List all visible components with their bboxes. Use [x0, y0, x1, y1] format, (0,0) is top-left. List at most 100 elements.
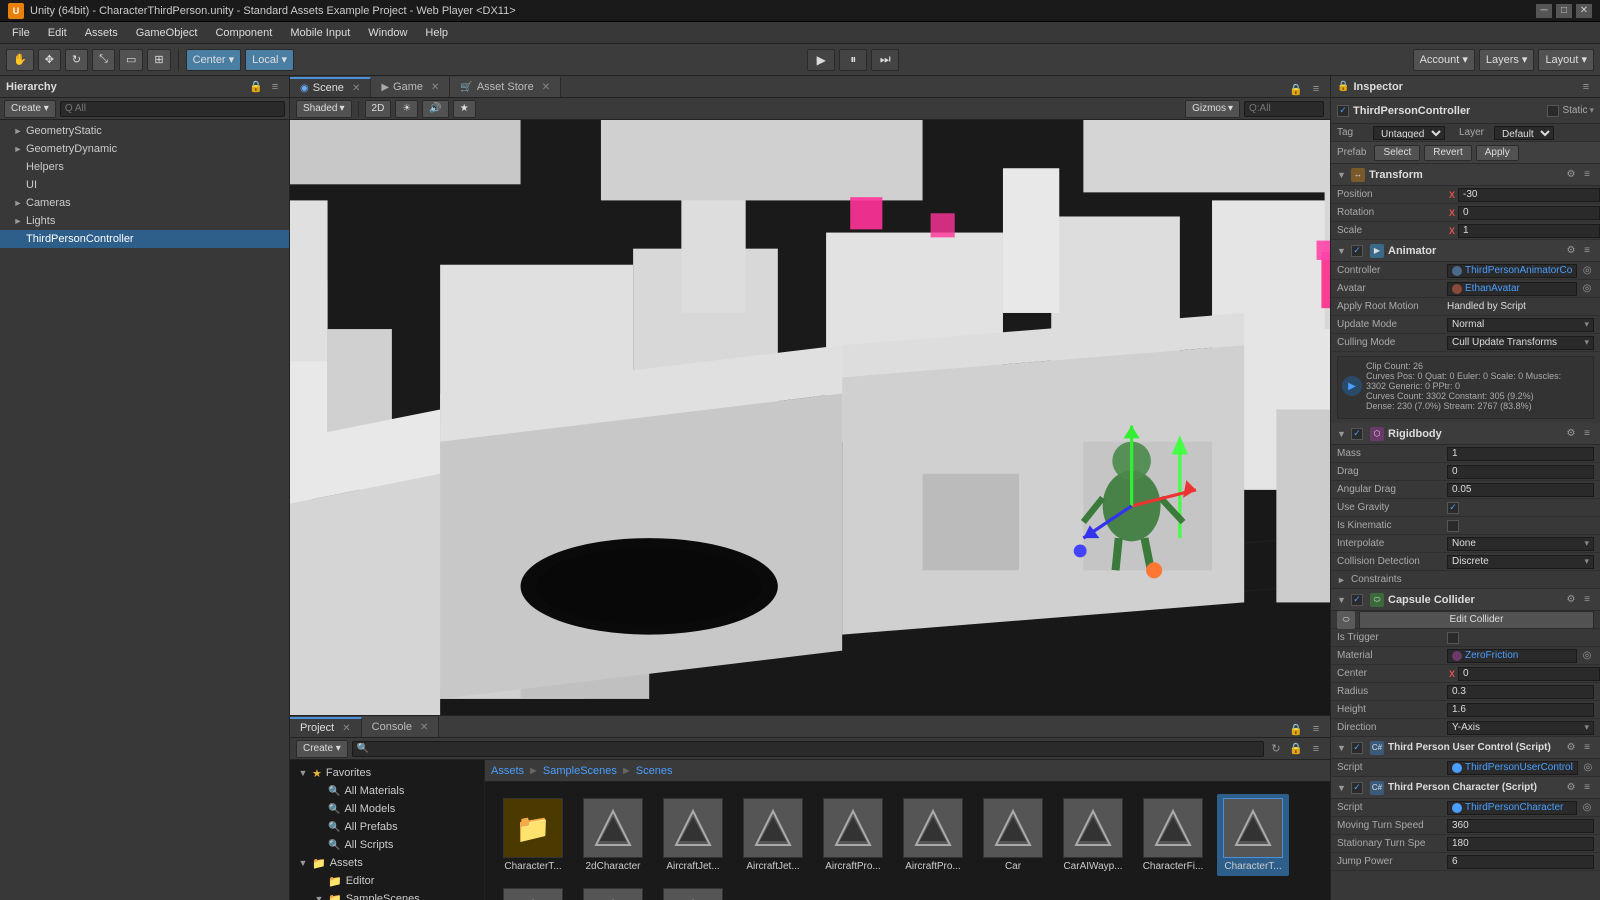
tab-asset-store[interactable]: 🛒 Asset Store ✕ [450, 77, 561, 97]
scale-tool-button[interactable]: ⤡ [92, 49, 115, 71]
tpc-script-select[interactable]: ◎ [1580, 801, 1594, 815]
hand-tool-button[interactable]: ✋ [6, 49, 34, 71]
use-gravity-checkbox[interactable] [1447, 502, 1459, 514]
asset-item-character-fi[interactable]: CharacterFi... [1137, 794, 1209, 876]
project-lock-button[interactable]: 🔒 [1288, 721, 1304, 737]
menu-file[interactable]: File [4, 25, 38, 41]
height-input[interactable] [1447, 703, 1594, 717]
tpc-settings-button[interactable]: ⚙ [1564, 781, 1578, 795]
prefab-revert-button[interactable]: Revert [1424, 145, 1471, 161]
inspector-menu-button[interactable]: ≡ [1578, 79, 1594, 95]
gizmos-button[interactable]: Gizmos ▾ [1185, 100, 1240, 118]
transform-menu-button[interactable]: ≡ [1580, 168, 1594, 182]
tab-console[interactable]: Console ✕ [362, 717, 440, 737]
moving-turn-speed-input[interactable] [1447, 819, 1594, 833]
hierarchy-item-third-person-controller[interactable]: ThirdPersonController [0, 230, 289, 248]
animator-active-checkbox[interactable] [1351, 245, 1363, 257]
tpc-script-field[interactable]: ThirdPersonCharacter [1447, 801, 1577, 815]
play-button[interactable]: ▶ [807, 49, 835, 71]
asset-item-character-t-2[interactable]: CharacterT... [497, 884, 569, 900]
asset-item-particles[interactable]: Particles [577, 884, 649, 900]
breadcrumb-assets[interactable]: Assets [491, 765, 524, 777]
collision-detection-dropdown[interactable]: Discrete ▾ [1447, 555, 1594, 569]
tpuc-settings-button[interactable]: ⚙ [1564, 741, 1578, 755]
tree-item-all-prefabs[interactable]: 🔍 All Prefabs [290, 818, 484, 836]
asset-item-character-t-folder[interactable]: 📁 CharacterT... [497, 794, 569, 876]
scale-x-input[interactable] [1458, 224, 1600, 238]
scene-search-input[interactable] [1244, 101, 1324, 117]
radius-input[interactable] [1447, 685, 1594, 699]
hierarchy-item-helpers[interactable]: Helpers [0, 158, 289, 176]
material-object-field[interactable]: ZeroFriction [1447, 649, 1577, 663]
stationary-turn-speed-input[interactable] [1447, 837, 1594, 851]
fx-button[interactable]: ★ [453, 100, 476, 118]
rigidbody-settings-button[interactable]: ⚙ [1564, 427, 1578, 441]
culling-mode-dropdown[interactable]: Cull Update Transforms ▾ [1447, 336, 1594, 350]
asset-store-close[interactable]: ✕ [542, 82, 550, 93]
controller-object-field[interactable]: ThirdPersonAnimatorCo [1447, 264, 1577, 278]
update-mode-dropdown[interactable]: Normal ▾ [1447, 318, 1594, 332]
tree-item-all-scripts[interactable]: 🔍 All Scripts [290, 836, 484, 854]
rect-tool-button[interactable]: ▭ [119, 49, 143, 71]
jump-power-input[interactable] [1447, 855, 1594, 869]
assets-lock-button[interactable]: 🔒 [1288, 741, 1304, 757]
lighting-button[interactable]: ☀ [395, 100, 418, 118]
assets-menu-button[interactable]: ≡ [1308, 741, 1324, 757]
asset-item-aircraft-jet-1[interactable]: AircraftJet... [657, 794, 729, 876]
layer-select[interactable]: Default [1494, 126, 1554, 140]
tpuc-script-select[interactable]: ◎ [1581, 761, 1595, 775]
center-pivot-button[interactable]: Center ▾ [186, 49, 242, 71]
close-button[interactable]: ✕ [1576, 4, 1592, 18]
prefab-apply-button[interactable]: Apply [1476, 145, 1519, 161]
third-person-user-control-section[interactable]: ▼ C# Third Person User Control (Script) … [1331, 737, 1600, 759]
avatar-object-field[interactable]: EthanAvatar [1447, 282, 1577, 296]
animator-settings-button[interactable]: ⚙ [1564, 244, 1578, 258]
capsule-collider-settings-button[interactable]: ⚙ [1564, 593, 1578, 607]
menu-assets[interactable]: Assets [77, 25, 126, 41]
local-global-button[interactable]: Local ▾ [245, 49, 294, 71]
shading-mode-button[interactable]: Shaded ▾ [296, 100, 352, 118]
capsule-collider-menu-button[interactable]: ≡ [1580, 593, 1594, 607]
move-tool-button[interactable]: ✥ [38, 49, 61, 71]
menu-mobile-input[interactable]: Mobile Input [282, 25, 358, 41]
asset-item-2d-character[interactable]: 2dCharacter [577, 794, 649, 876]
tpuc-script-field[interactable]: ThirdPersonUserControl [1447, 761, 1578, 775]
animator-menu-button[interactable]: ≡ [1580, 244, 1594, 258]
direction-dropdown[interactable]: Y-Axis ▾ [1447, 721, 1594, 735]
drag-input[interactable] [1447, 465, 1594, 479]
is-kinematic-checkbox[interactable] [1447, 520, 1459, 532]
rotation-x-input[interactable] [1458, 206, 1600, 220]
hierarchy-item-lights[interactable]: ► Lights [0, 212, 289, 230]
capsule-collider-active-checkbox[interactable] [1351, 594, 1363, 606]
static-checkbox[interactable] [1547, 105, 1559, 117]
transform-settings-button[interactable]: ⚙ [1564, 168, 1578, 182]
minimize-button[interactable]: ─ [1536, 4, 1552, 18]
tpuc-menu-button[interactable]: ≡ [1580, 741, 1594, 755]
pause-button[interactable]: ⏸ [839, 49, 867, 71]
scene-tab-close[interactable]: ✕ [352, 83, 360, 94]
tree-item-favorites[interactable]: ▼ ★ Favorites [290, 764, 484, 782]
menu-window[interactable]: Window [360, 25, 415, 41]
tpc-active-checkbox[interactable] [1351, 782, 1363, 794]
avatar-select-button[interactable]: ◎ [1580, 282, 1594, 296]
assets-search-input[interactable] [352, 741, 1264, 757]
tab-project[interactable]: Project ✕ [290, 717, 362, 737]
position-x-input[interactable] [1458, 188, 1600, 202]
tree-item-editor[interactable]: 📁 Editor [290, 872, 484, 890]
tree-item-all-materials[interactable]: 🔍 All Materials [290, 782, 484, 800]
angular-drag-input[interactable] [1447, 483, 1594, 497]
rigidbody-active-checkbox[interactable] [1351, 428, 1363, 440]
project-menu-button[interactable]: ≡ [1308, 721, 1324, 737]
console-tab-close[interactable]: ✕ [420, 722, 428, 733]
animator-section-header[interactable]: ▼ ▶ Animator ⚙ ≡ [1331, 240, 1600, 262]
tpuc-active-checkbox[interactable] [1351, 742, 1363, 754]
edit-collider-button[interactable]: Edit Collider [1359, 611, 1594, 629]
scene-menu-button[interactable]: ≡ [1308, 81, 1324, 97]
asset-item-aircraft-pro-1[interactable]: AircraftPro... [817, 794, 889, 876]
tpc-menu-button[interactable]: ≡ [1580, 781, 1594, 795]
asset-item-car[interactable]: Car [977, 794, 1049, 876]
mass-input[interactable] [1447, 447, 1594, 461]
tree-item-sample-scenes[interactable]: ▼ 📁 SampleScenes [290, 890, 484, 900]
gameobject-active-checkbox[interactable] [1337, 105, 1349, 117]
layout-button[interactable]: Layout ▾ [1538, 49, 1594, 71]
